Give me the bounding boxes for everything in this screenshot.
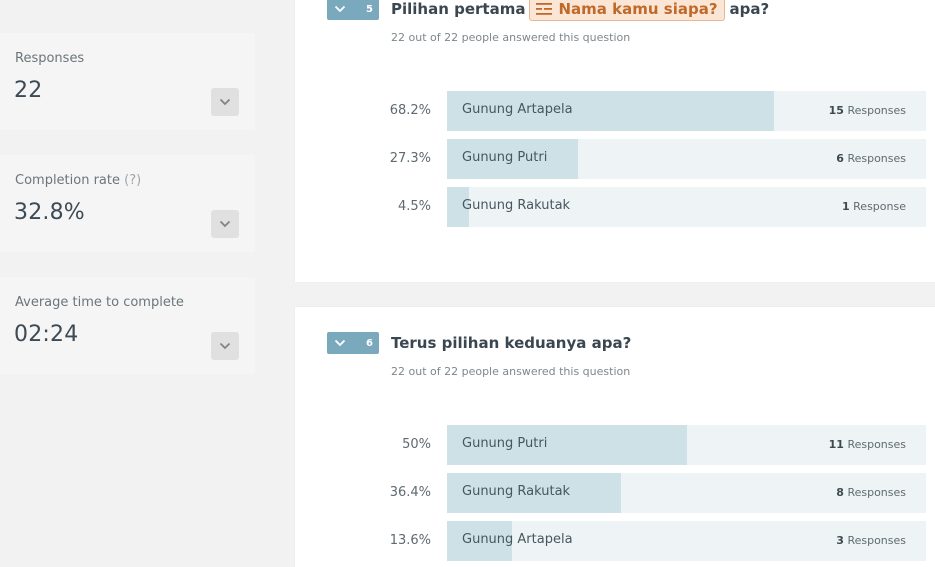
chevron-down-icon xyxy=(219,98,231,106)
recall-chip[interactable]: Nama kamu siapa? xyxy=(529,0,725,21)
response-count: 3 Responses xyxy=(836,534,906,547)
stat-label: Completion rate (?) xyxy=(15,173,142,188)
response-count: 8 Responses xyxy=(836,486,906,499)
answer-bar: Gunung Artapela 15 Responses xyxy=(447,91,926,131)
answer-bar: Gunung Putri 6 Responses xyxy=(447,139,926,179)
question-number: 5 xyxy=(366,3,373,15)
chevron-down-icon xyxy=(334,5,346,13)
answer-label: Gunung Rakutak xyxy=(462,484,571,499)
question-title: Terus pilihan keduanya apa? xyxy=(391,334,632,352)
answered-count: 22 out of 22 people answered this questi… xyxy=(391,365,631,378)
answer-percentage: 36.4% xyxy=(389,485,431,500)
stat-value: 02:24 xyxy=(14,322,79,347)
answer-label: Gunung Rakutak xyxy=(462,198,571,213)
stat-label: Responses xyxy=(15,51,85,66)
expand-completion-rate-button[interactable] xyxy=(211,210,239,238)
answer-label: Gunung Putri xyxy=(462,436,548,451)
question-title: Pilihan pertama Nama kamu siapa? apa? xyxy=(391,0,769,21)
response-count: 11 Responses xyxy=(828,438,906,451)
answer-percentage: 4.5% xyxy=(397,199,431,214)
response-count: 1 Response xyxy=(842,200,906,213)
expand-average-time-button[interactable] xyxy=(211,332,239,360)
stat-card-responses: Responses 22 xyxy=(0,33,255,130)
stat-card-average-time: Average time to complete 02:24 xyxy=(0,277,255,374)
answer-bar: Gunung Artapela 3 Responses xyxy=(447,521,926,561)
question-card-6: 6 Terus pilihan keduanya apa? 22 out of … xyxy=(295,307,935,567)
short-text-icon xyxy=(536,3,553,15)
stat-value: 22 xyxy=(14,78,43,103)
answer-bar: Gunung Rakutak 1 Response xyxy=(447,187,926,227)
question-number: 6 xyxy=(366,337,373,349)
answer-label: Gunung Artapela xyxy=(462,102,573,117)
stat-card-completion-rate: Completion rate (?) 32.8% xyxy=(0,155,255,252)
answer-bar: Gunung Putri 11 Responses xyxy=(447,425,926,465)
answer-row: 36.4% Gunung Rakutak 8 Responses xyxy=(295,473,935,513)
chevron-down-icon xyxy=(219,342,231,350)
answer-row: 13.6% Gunung Artapela 3 Responses xyxy=(295,521,935,561)
answer-row: 27.3% Gunung Putri 6 Responses xyxy=(295,139,935,179)
chevron-down-icon xyxy=(219,220,231,228)
chevron-down-icon xyxy=(334,339,346,347)
answer-percentage: 68.2% xyxy=(389,103,431,118)
response-count: 15 Responses xyxy=(828,104,906,117)
answered-count: 22 out of 22 people answered this questi… xyxy=(391,31,631,44)
answer-row: 4.5% Gunung Rakutak 1 Response xyxy=(295,187,935,227)
question-card-5: 5 Pilihan pertama Nama kamu siapa? apa? … xyxy=(295,0,935,282)
answer-label: Gunung Putri xyxy=(462,150,548,165)
response-count: 6 Responses xyxy=(836,152,906,165)
answer-row: 68.2% Gunung Artapela 15 Responses xyxy=(295,91,935,131)
stat-label: Average time to complete xyxy=(15,295,184,310)
stat-value: 32.8% xyxy=(14,200,85,225)
answer-bar: Gunung Rakutak 8 Responses xyxy=(447,473,926,513)
answer-percentage: 13.6% xyxy=(389,533,431,548)
answer-row: 50% Gunung Putri 11 Responses xyxy=(295,425,935,465)
help-hint[interactable]: (?) xyxy=(124,173,141,188)
answer-percentage: 27.3% xyxy=(389,151,431,166)
answer-percentage: 50% xyxy=(402,437,431,452)
question-badge[interactable]: 5 xyxy=(327,0,379,20)
expand-responses-button[interactable] xyxy=(211,88,239,116)
answer-label: Gunung Artapela xyxy=(462,532,573,547)
question-badge[interactable]: 6 xyxy=(327,332,379,354)
